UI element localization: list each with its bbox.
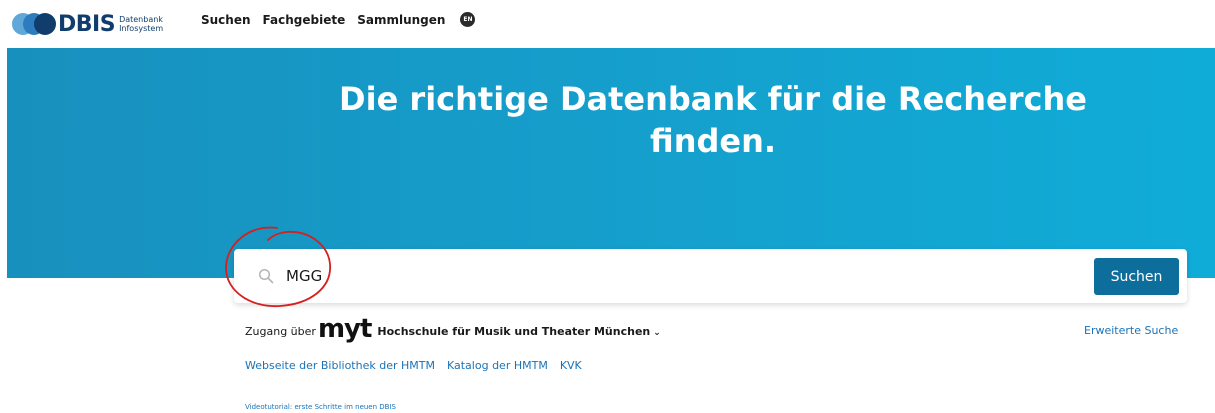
advanced-search-link[interactable]: Erweiterte Suche xyxy=(1084,324,1178,337)
access-row: Zugang über myt Hochschule für Musik und… xyxy=(245,314,661,344)
link-kvk[interactable]: KVK xyxy=(560,359,582,372)
logo-circles-icon xyxy=(12,13,56,35)
dbis-logo[interactable]: DBIS Datenbank Infosystem xyxy=(12,9,163,39)
search-button[interactable]: Suchen xyxy=(1094,258,1179,295)
top-header: DBIS Datenbank Infosystem Suchen Fachgeb… xyxy=(0,0,1215,48)
hero-title: Die richtige Datenbank für die Recherche… xyxy=(339,80,1087,160)
search-input[interactable] xyxy=(286,261,1066,291)
institution-selector[interactable]: Hochschule für Musik und Theater München… xyxy=(377,325,660,338)
nav-item-sammlungen[interactable]: Sammlungen xyxy=(357,13,445,27)
logo-wordmark: DBIS xyxy=(58,11,116,37)
nav-item-fachgebiete[interactable]: Fachgebiete xyxy=(263,13,346,27)
link-catalog[interactable]: Katalog der HMTM xyxy=(447,359,548,372)
language-switch-button[interactable]: EN xyxy=(460,12,476,27)
search-icon xyxy=(258,268,274,284)
video-tutorial-link[interactable]: Videotutorial: erste Schritte im neuen D… xyxy=(245,403,396,411)
logo-subtitle: Datenbank Infosystem xyxy=(119,15,164,33)
chevron-down-icon: ⌄ xyxy=(653,327,661,338)
nav-item-suchen[interactable]: Suchen xyxy=(201,13,251,27)
main-nav: Suchen Fachgebiete Sammlungen EN xyxy=(201,12,476,27)
link-library-website[interactable]: Webseite der Bibliothek der HMTM xyxy=(245,359,435,372)
access-prefix: Zugang über xyxy=(245,324,316,338)
library-links: Webseite der Bibliothek der HMTM Katalog… xyxy=(245,359,594,372)
myt-logo: myt xyxy=(317,314,372,344)
search-bar: Suchen xyxy=(234,249,1187,303)
